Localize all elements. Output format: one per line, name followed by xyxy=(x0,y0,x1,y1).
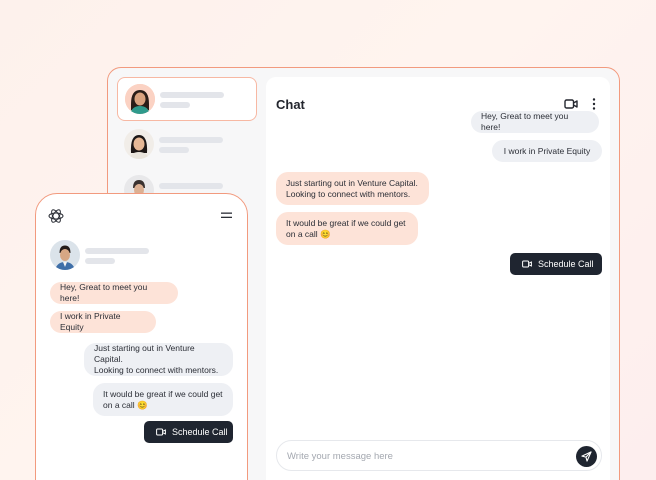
send-button[interactable] xyxy=(576,446,597,467)
logo-icon xyxy=(48,209,64,223)
page-title: Chat xyxy=(276,97,305,112)
message-bubble-sent: Just starting out in Venture Capital. Lo… xyxy=(84,343,233,376)
contact-item[interactable] xyxy=(117,123,257,167)
avatar xyxy=(124,129,154,159)
schedule-call-button[interactable]: Schedule Call xyxy=(144,421,233,443)
schedule-call-button[interactable]: Schedule Call xyxy=(510,253,602,275)
message-bubble-sent: Hey, Great to meet you here! xyxy=(471,111,599,133)
avatar xyxy=(125,84,155,114)
contact-item-active[interactable] xyxy=(117,77,257,121)
schedule-call-label: Schedule Call xyxy=(538,259,594,269)
message-bubble-received: I work in Private Equity xyxy=(50,311,156,333)
more-vertical-icon[interactable] xyxy=(591,97,597,111)
message-bubble-received: Just starting out in Venture Capital. Lo… xyxy=(276,172,429,205)
message-input[interactable] xyxy=(287,448,557,464)
send-icon xyxy=(581,451,592,462)
message-input-container xyxy=(276,440,602,471)
video-icon xyxy=(156,428,166,436)
message-bubble-received: It would be great if we could get on a c… xyxy=(276,212,418,245)
message-bubble-received: Hey, Great to meet you here! xyxy=(50,282,178,304)
video-icon[interactable] xyxy=(564,98,578,110)
video-icon xyxy=(522,260,532,268)
mobile-chat-window: Hey, Great to meet you here! I work in P… xyxy=(35,193,248,480)
schedule-call-label: Schedule Call xyxy=(172,427,228,437)
message-bubble-sent: I work in Private Equity xyxy=(492,140,602,162)
avatar xyxy=(50,240,80,270)
menu-icon[interactable] xyxy=(221,212,232,219)
message-bubble-sent: It would be great if we could get on a c… xyxy=(93,383,233,416)
chat-pane: Chat Hey, Great to meet you here! I work… xyxy=(266,77,610,480)
